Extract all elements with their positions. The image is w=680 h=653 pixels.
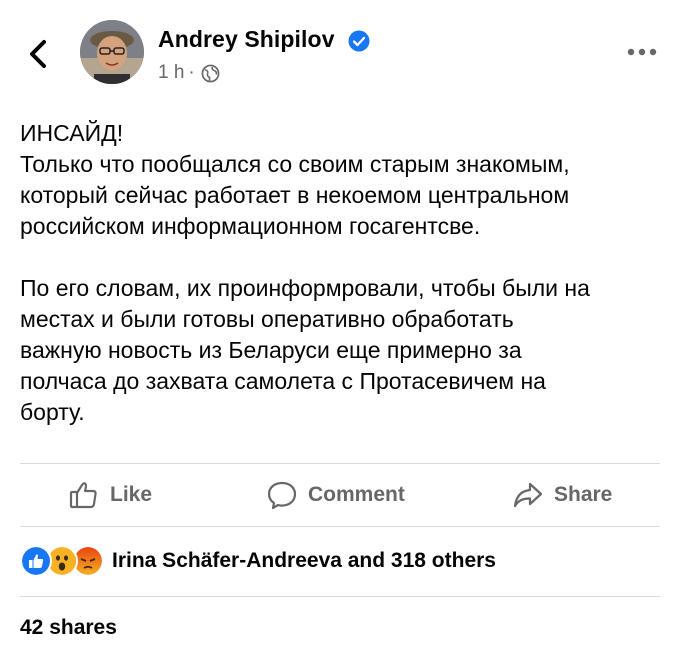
back-button[interactable] — [24, 34, 54, 74]
like-icon — [20, 545, 52, 577]
more-dots-icon — [627, 48, 657, 56]
comment-button[interactable]: Comment — [266, 464, 405, 526]
post-line: борту. — [20, 399, 85, 425]
post-body: ИНСАЙД! Только что пообщался со своим ст… — [20, 118, 660, 428]
divider — [20, 596, 660, 597]
like-button[interactable]: Like — [68, 464, 152, 526]
post-header: Andrey Shipilov 1 h · — [0, 0, 680, 100]
post-line: ИНСАЙД! — [20, 120, 124, 146]
avatar-photo — [80, 20, 144, 84]
share-label: Share — [554, 483, 613, 506]
post-line: важную новость из Беларуси еще примерно … — [20, 337, 522, 363]
reactions-text[interactable]: Irina Schäfer-Andreeva and 318 others — [112, 549, 496, 573]
post-time[interactable]: 1 h — [158, 62, 184, 84]
comment-label: Comment — [308, 483, 405, 506]
avatar[interactable] — [80, 20, 144, 84]
verified-badge-icon — [348, 30, 370, 52]
meta-separator: · — [188, 62, 195, 83]
action-bar: Like Comment Share — [0, 464, 680, 526]
post-line: По его словам, их проинформровали, чтобы… — [20, 275, 590, 301]
share-arrow-icon — [513, 482, 543, 508]
chevron-left-icon — [30, 40, 46, 68]
thumbs-up-icon — [69, 482, 97, 509]
reactions-summary[interactable]: Irina Schäfer-Andreeva and 318 others — [20, 544, 496, 578]
share-button[interactable]: Share — [512, 464, 612, 526]
like-label: Like — [110, 483, 153, 506]
post-line: местах и были готовы оперативно обработа… — [20, 306, 514, 332]
post-line: полчаса до захвата самолета с Протасевич… — [20, 368, 546, 394]
divider — [20, 526, 660, 527]
comment-bubble-icon — [267, 481, 297, 510]
more-options-button[interactable] — [624, 44, 660, 60]
post-line: российском информационном госагентсве. — [20, 213, 481, 239]
author-name[interactable]: Andrey Shipilov — [158, 26, 335, 53]
shares-count[interactable]: 42 shares — [20, 616, 117, 640]
globe-icon — [201, 64, 220, 82]
post-line: который сейчас работает в некоемом центр… — [20, 182, 570, 208]
post-line: Только что пообщался со своим старым зна… — [20, 151, 570, 177]
post-meta: 1 h · — [158, 62, 220, 84]
